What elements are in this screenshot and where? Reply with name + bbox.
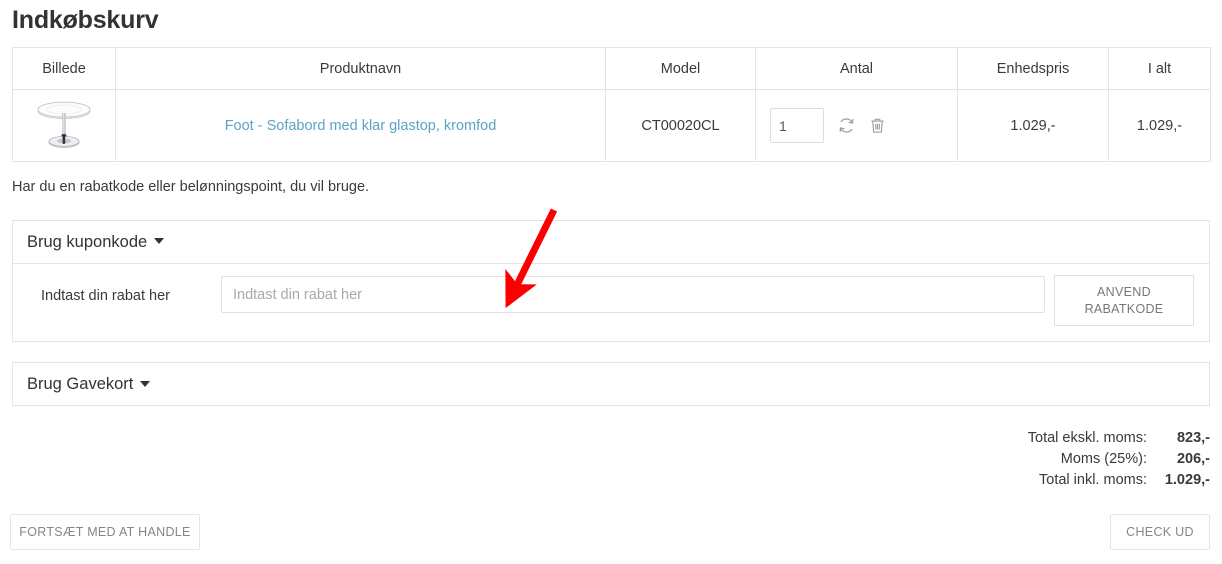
vat-value: 206,-	[1176, 451, 1210, 467]
line-total: 1.029,-	[1136, 118, 1183, 134]
cell-model: CT00020CL	[605, 89, 756, 162]
total-row-excl-vat: Total ekskl. moms: 823,-	[1028, 428, 1210, 449]
column-header-antal: Antal	[755, 47, 958, 90]
page-title: Indkøbskurv	[12, 6, 159, 34]
coupon-panel-body: Indtast din rabat her ANVEND RABATKODE	[13, 264, 1209, 341]
checkout-button[interactable]: CHECK UD	[1110, 514, 1210, 550]
product-model: CT00020CL	[641, 118, 720, 134]
coupon-panel-header[interactable]: Brug kuponkode	[13, 221, 1209, 264]
giftcard-panel-title: Brug Gavekort	[27, 375, 134, 393]
chevron-down-icon	[154, 238, 165, 244]
total-row-vat: Moms (25%): 206,-	[1028, 449, 1210, 470]
coffee-table-image	[37, 101, 91, 148]
discount-intro-text: Har du en rabatkode eller belønningspoin…	[12, 179, 370, 195]
column-header-billede: Billede	[12, 47, 116, 90]
cell-product-name: Foot - Sofabord med klar glastop, kromfo…	[115, 89, 606, 162]
giftcard-panel-header[interactable]: Brug Gavekort	[13, 363, 1209, 406]
coupon-panel: Brug kuponkode Indtast din rabat her ANV…	[12, 220, 1210, 342]
total-incl-vat-label: Total inkl. moms:	[1039, 472, 1147, 488]
quantity-controls	[756, 90, 957, 161]
product-name-link[interactable]: Foot - Sofabord med klar glastop, kromfo…	[225, 118, 497, 134]
total-incl-vat-value: 1.029,-	[1164, 472, 1210, 488]
order-totals: Total ekskl. moms: 823,- Moms (25%): 206…	[1028, 428, 1210, 491]
total-excl-vat-label: Total ekskl. moms:	[1027, 430, 1147, 446]
coupon-field-label: Indtast din rabat her	[41, 288, 170, 304]
coupon-panel-title: Brug kuponkode	[27, 232, 148, 251]
giftcard-panel: Brug Gavekort	[12, 362, 1210, 406]
apply-coupon-label-line2: RABATKODE	[1084, 301, 1164, 316]
column-header-enhedspris: Enhedspris	[957, 47, 1109, 90]
chevron-down-icon	[140, 380, 151, 387]
table-row: Foot - Sofabord med klar glastop, kromfo…	[12, 89, 1211, 162]
total-excl-vat-value: 823,-	[1176, 430, 1210, 446]
cart-table: Billede Produktnavn Model Antal Enhedspr…	[12, 47, 1211, 162]
column-header-produktnavn: Produktnavn	[115, 47, 606, 90]
column-header-model: Model	[605, 47, 756, 90]
vat-label: Moms (25%):	[1060, 451, 1147, 467]
cell-unit-price: 1.029,-	[957, 89, 1109, 162]
unit-price: 1.029,-	[1010, 118, 1056, 134]
column-header-ialt: I alt	[1108, 47, 1211, 90]
quantity-input[interactable]	[770, 108, 824, 143]
apply-coupon-button[interactable]: ANVEND RABATKODE	[1054, 275, 1194, 326]
apply-coupon-label-line1: ANVEND	[1097, 284, 1151, 299]
trash-icon[interactable]	[869, 116, 886, 135]
cell-line-total: 1.029,-	[1108, 89, 1211, 162]
coupon-code-input[interactable]	[221, 276, 1045, 313]
cell-quantity	[755, 89, 958, 162]
refresh-icon[interactable]	[837, 116, 856, 135]
total-row-incl-vat: Total inkl. moms: 1.029,-	[1028, 470, 1210, 491]
continue-shopping-button[interactable]: FORTSÆT MED AT HANDLE	[10, 514, 200, 550]
table-header-row: Billede Produktnavn Model Antal Enhedspr…	[12, 47, 1211, 90]
cell-product-image	[12, 89, 116, 162]
